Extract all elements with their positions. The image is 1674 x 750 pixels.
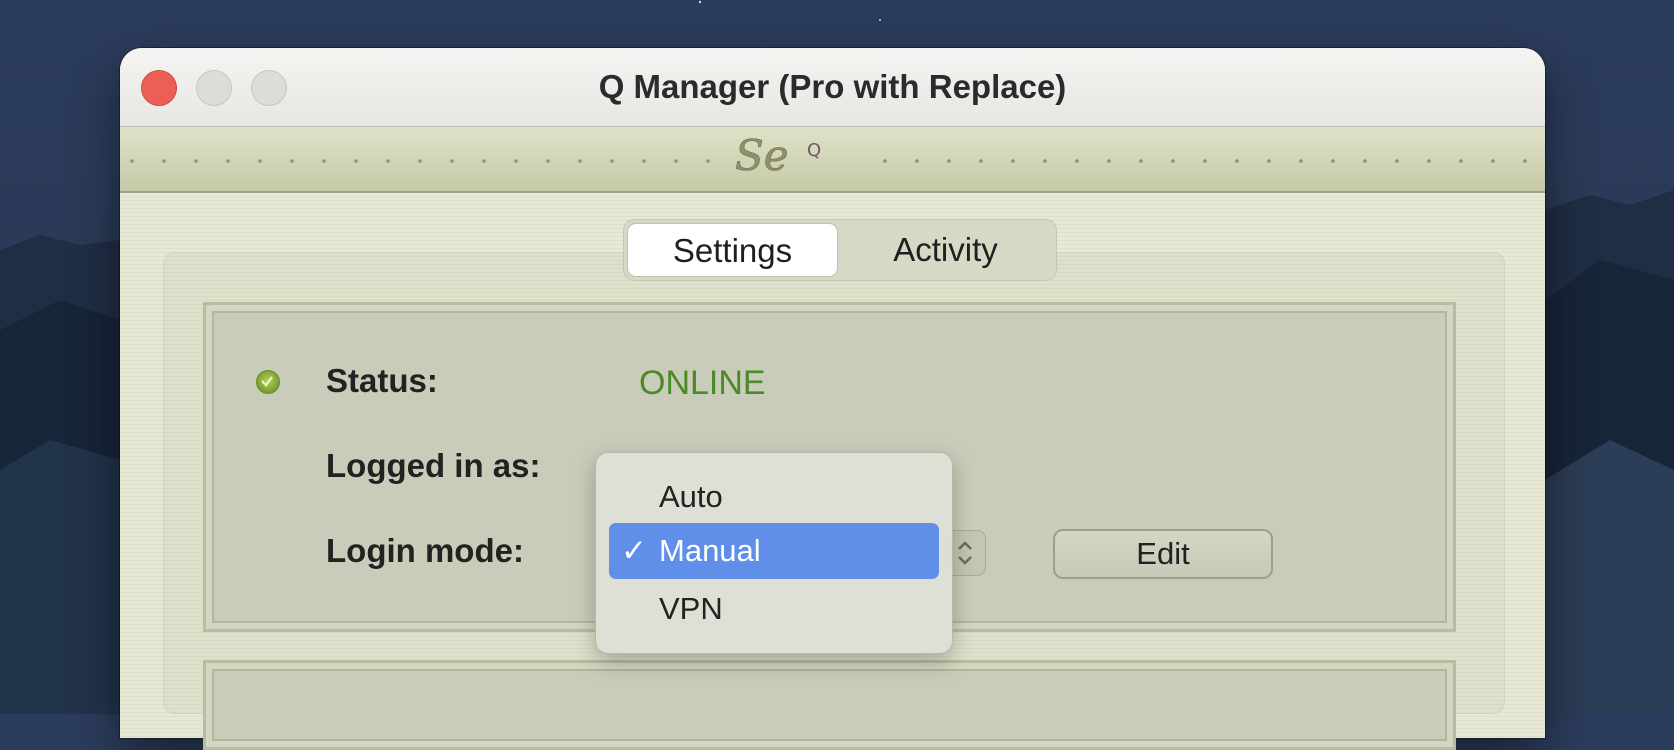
app-logo: Se Q bbox=[735, 131, 821, 181]
tab-bar: Settings Activity bbox=[623, 219, 1057, 281]
menu-item-label: Auto bbox=[659, 479, 723, 514]
logged-in-label: Logged in as: bbox=[326, 447, 541, 484]
login-mode-dropdown-menu: Auto ✓ Manual VPN bbox=[595, 452, 953, 654]
status-label: Status: bbox=[326, 362, 438, 399]
secondary-panel bbox=[203, 660, 1456, 750]
status-indicator-icon bbox=[256, 370, 280, 394]
logo-sub: Q bbox=[807, 140, 821, 161]
menu-item-label: Manual bbox=[659, 533, 761, 568]
edit-button[interactable]: Edit bbox=[1053, 529, 1273, 579]
check-icon: ✓ bbox=[621, 533, 647, 568]
menu-item-label: VPN bbox=[659, 591, 723, 626]
tab-settings[interactable]: Settings bbox=[627, 223, 838, 277]
status-value: ONLINE bbox=[639, 364, 766, 402]
window-title: Q Manager (Pro with Replace) bbox=[598, 68, 1067, 105]
tab-activity[interactable]: Activity bbox=[838, 223, 1053, 277]
menu-item-auto[interactable]: Auto bbox=[609, 469, 939, 525]
logo-text: Se bbox=[735, 131, 789, 180]
title-bar[interactable]: Q Manager (Pro with Replace) bbox=[120, 48, 1545, 127]
menu-item-vpn[interactable]: VPN bbox=[609, 581, 939, 637]
login-mode-label: Login mode: bbox=[326, 532, 524, 569]
menu-item-manual[interactable]: ✓ Manual bbox=[609, 523, 939, 579]
